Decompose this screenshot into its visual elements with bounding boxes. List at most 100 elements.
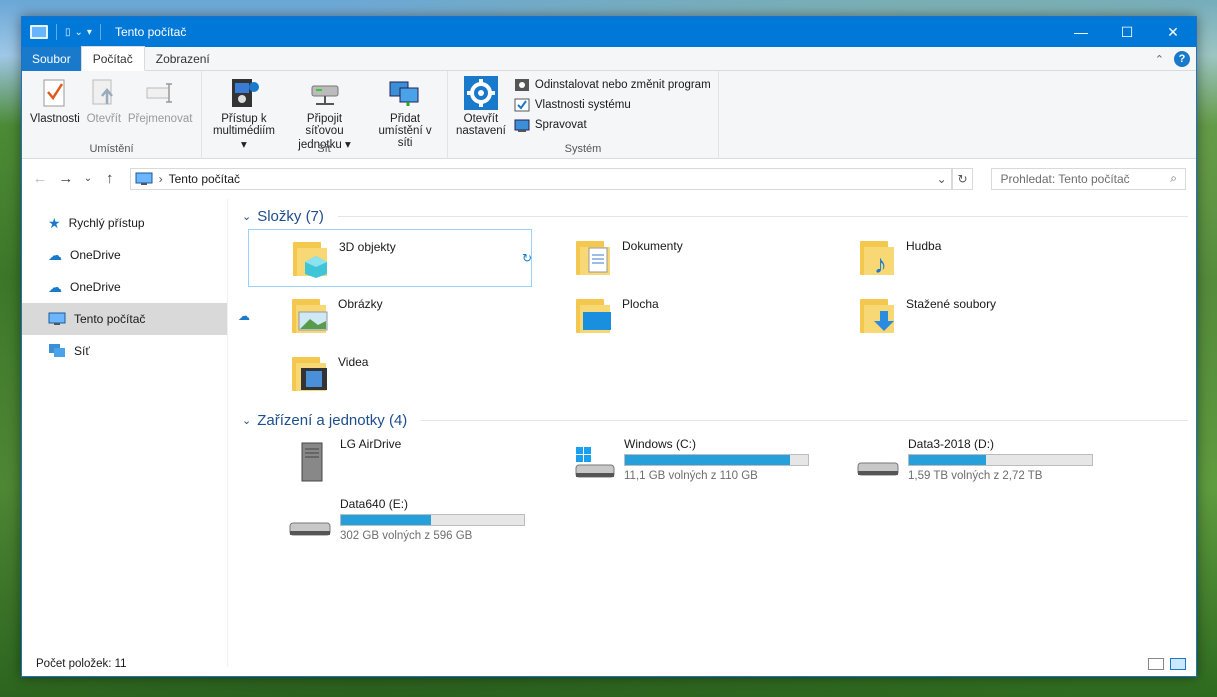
- cloud-icon: ☁: [48, 246, 62, 263]
- devices-header[interactable]: ⌄ Zařízení a jednotky (4): [234, 407, 1196, 433]
- folder-music[interactable]: ♪ Hudba: [816, 229, 1100, 287]
- video-icon: [292, 353, 328, 393]
- rename-icon: [142, 75, 178, 111]
- folder-videos[interactable]: Videa: [248, 345, 532, 403]
- search-icon: ⌕: [1170, 171, 1178, 185]
- drive-usage-bar: [624, 454, 809, 466]
- collapse-ribbon-icon[interactable]: ⌃: [1155, 53, 1164, 66]
- network-drive-icon: [307, 75, 343, 111]
- properties-button[interactable]: Vlastnosti: [28, 75, 82, 125]
- customize-toolbar-icon[interactable]: ▾: [87, 27, 92, 38]
- sidebar-item-network[interactable]: Síť: [22, 335, 227, 367]
- status-bar: Počet položek: 11: [22, 652, 1196, 676]
- properties-quick-icon[interactable]: ▯: [65, 27, 71, 38]
- add-network-location-button[interactable]: Přidat umístění v síti: [369, 75, 441, 151]
- computer-icon: [30, 25, 48, 39]
- drive-e[interactable]: Data640 (E:) 302 GB volných z 596 GB: [248, 493, 532, 553]
- folder-documents[interactable]: ↻ Dokumenty: [522, 229, 816, 287]
- drive-usage-bar: [908, 454, 1093, 466]
- music-icon: ♪: [860, 237, 896, 279]
- chevron-down-icon[interactable]: ⌄: [75, 27, 83, 38]
- up-icon[interactable]: ↑: [102, 170, 118, 187]
- rename-button[interactable]: Přejmenovat: [126, 75, 195, 125]
- sidebar-item-quick-access[interactable]: ★ Rychlý přístup: [22, 207, 227, 239]
- pictures-icon: [292, 295, 328, 335]
- folders-header[interactable]: ⌄ Složky (7): [234, 203, 1196, 229]
- manage-icon: [514, 119, 530, 132]
- group-location: Vlastnosti Otevřít Přejmenovat Umístění: [22, 71, 202, 159]
- ribbon: Vlastnosti Otevřít Přejmenovat Umístění: [22, 71, 1196, 159]
- media-icon: [226, 75, 262, 111]
- drive-usage-bar: [340, 514, 525, 526]
- desktop-icon: [576, 295, 612, 335]
- tab-computer[interactable]: Počítač: [80, 46, 145, 71]
- tab-view[interactable]: Zobrazení: [145, 47, 221, 71]
- properties-icon: [37, 75, 73, 111]
- window-title: Tento počítač: [114, 25, 187, 39]
- folder-pictures[interactable]: ☁ Obrázky: [238, 287, 532, 345]
- computer-icon: [48, 312, 66, 325]
- address-bar[interactable]: › Tento počítač ⌄: [129, 167, 952, 190]
- breadcrumb[interactable]: Tento počítač: [169, 172, 240, 186]
- group-label-system: Systém: [564, 143, 602, 155]
- sidebar-item-onedrive[interactable]: ☁ OneDrive: [22, 271, 227, 303]
- explorer-window: ▯ ⌄ ▾ Tento počítač — ☐ ✕ Soubor Počítač…: [21, 16, 1197, 677]
- group-label-network: Síť: [317, 143, 332, 155]
- chevron-down-icon: ⌄: [242, 414, 252, 427]
- ribbon-tabs: Soubor Počítač Zobrazení ⌃ ?: [22, 46, 1196, 71]
- drive-icon: [856, 445, 900, 485]
- windows-drive-icon: [572, 445, 616, 485]
- group-system: Otevřít nastavení Odinstalovat nebo změn…: [448, 71, 719, 159]
- tiles-view-icon[interactable]: [1170, 658, 1186, 670]
- search-input[interactable]: Prohledat: Tento počítač ⌕: [991, 167, 1187, 190]
- documents-icon: [576, 237, 612, 277]
- back-icon[interactable]: ←: [32, 170, 48, 187]
- content-area: ★ Rychlý přístup ☁ OneDrive ☁ OneDrive T…: [22, 199, 1196, 666]
- title-bar: ▯ ⌄ ▾ Tento počítač — ☐ ✕: [22, 17, 1196, 47]
- drive-icon: [288, 505, 332, 545]
- forward-icon[interactable]: →: [58, 170, 74, 187]
- manage-button[interactable]: Spravovat: [514, 117, 711, 133]
- folder-3d-objects[interactable]: 3D objekty: [248, 229, 532, 287]
- minimize-button[interactable]: —: [1058, 17, 1104, 47]
- recent-locations-icon[interactable]: ⌄: [84, 173, 92, 184]
- system-properties-icon: [514, 98, 530, 112]
- folders-grid: 3D objekty ↻ Dokumenty ♪ Hudba ☁ Obrázky…: [234, 229, 1196, 403]
- breadcrumb-separator: ›: [158, 171, 163, 186]
- sidebar-item-onedrive[interactable]: ☁ OneDrive: [22, 239, 227, 271]
- network-location-icon: [387, 75, 423, 111]
- uninstall-icon: [514, 79, 529, 91]
- uninstall-program-button[interactable]: Odinstalovat nebo změnit program: [514, 77, 711, 93]
- maximize-button[interactable]: ☐: [1104, 17, 1150, 47]
- tab-file[interactable]: Soubor: [22, 46, 81, 71]
- navigation-bar: ← → ⌄ ↑ › Tento počítač ⌄ ↻ Prohledat: T…: [22, 159, 1196, 199]
- drive-d[interactable]: Data3-2018 (D:) 1,59 TB volných z 2,72 T…: [816, 433, 1100, 493]
- sidebar-item-this-pc[interactable]: Tento počítač: [22, 303, 227, 335]
- group-label-location: Umístění: [89, 143, 134, 155]
- open-settings-button[interactable]: Otevřít nastavení: [454, 75, 508, 137]
- map-network-drive-button[interactable]: Připojit síťovou jednotku ▾: [286, 75, 363, 151]
- open-button[interactable]: Otevřít: [84, 75, 124, 125]
- folder-downloads[interactable]: Stažené soubory: [816, 287, 1100, 345]
- cloud-icon: ☁: [48, 278, 62, 295]
- item-count: Počet položek: 11: [36, 658, 127, 670]
- file-view: ⌄ Složky (7) 3D objekty ↻ Dokumenty ♪ Hu…: [228, 199, 1196, 666]
- 3d-objects-icon: [293, 238, 329, 278]
- details-view-icon[interactable]: [1148, 658, 1164, 670]
- media-access-button[interactable]: Přístup k multimédiím ▾: [208, 75, 280, 151]
- device-lg-airdrive[interactable]: LG AirDrive: [248, 433, 532, 493]
- external-drive-icon: [288, 441, 332, 482]
- devices-grid: LG AirDrive Windows (C:) 11,1 GB volných…: [234, 433, 1196, 553]
- close-button[interactable]: ✕: [1150, 17, 1196, 47]
- refresh-button[interactable]: ↻: [951, 167, 974, 190]
- drive-c[interactable]: Windows (C:) 11,1 GB volných z 110 GB: [532, 433, 816, 493]
- chevron-down-icon[interactable]: ⌄: [937, 172, 947, 186]
- star-icon: ★: [48, 214, 61, 231]
- navigation-pane: ★ Rychlý přístup ☁ OneDrive ☁ OneDrive T…: [22, 199, 228, 666]
- open-icon: [86, 75, 122, 111]
- folder-desktop[interactable]: Plocha: [532, 287, 816, 345]
- cloud-icon: ☁: [238, 309, 250, 323]
- chevron-down-icon: ⌄: [242, 210, 252, 223]
- system-properties-button[interactable]: Vlastnosti systému: [514, 97, 711, 113]
- help-icon[interactable]: ?: [1174, 51, 1190, 67]
